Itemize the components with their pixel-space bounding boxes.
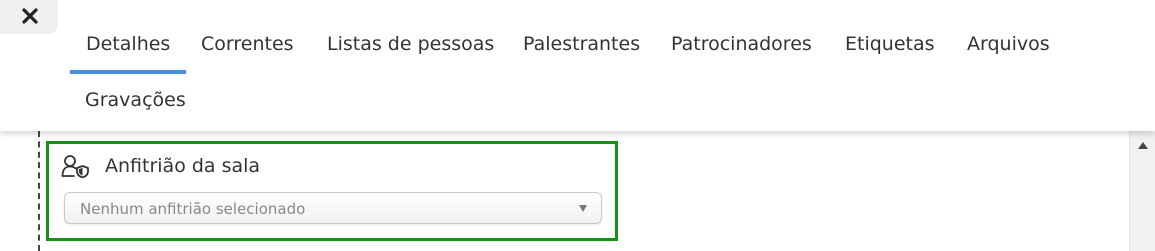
tab-label: Detalhes: [86, 33, 171, 55]
room-host-section: Anfitrião da sala Nenhum anfitrião selec…: [46, 141, 618, 241]
tab-palestrantes[interactable]: Palestrantes: [507, 0, 656, 56]
chevron-down-icon: [579, 205, 587, 212]
tab-label: Gravações: [85, 89, 186, 111]
tab-arquivos[interactable]: Arquivos: [951, 0, 1066, 56]
tab-correntes[interactable]: Correntes: [185, 0, 310, 56]
tab-label: Patrocinadores: [671, 33, 812, 55]
tab-label: Palestrantes: [523, 33, 641, 55]
tab-label: Correntes: [201, 33, 294, 55]
tab-label: Listas de pessoas: [327, 33, 495, 55]
room-host-select[interactable]: Nenhum anfitrião selecionado: [64, 192, 602, 224]
tab-listas-de-pessoas[interactable]: Listas de pessoas: [311, 0, 510, 56]
close-button[interactable]: [15, 2, 45, 30]
event-editor-panel: Detalhes Correntes Listas de pessoas Pal…: [0, 0, 1155, 251]
room-host-select-value: Nenhum anfitrião selecionado: [80, 200, 306, 218]
tab-etiquetas[interactable]: Etiquetas: [829, 0, 951, 56]
tab-gravacoes[interactable]: Gravações: [69, 56, 202, 112]
scroll-up-arrow-icon[interactable]: [1138, 142, 1148, 149]
vertical-scrollbar[interactable]: [1129, 131, 1155, 251]
tab-detalhes[interactable]: Detalhes: [70, 0, 187, 74]
details-content: Anfitrião da sala Nenhum anfitrião selec…: [0, 131, 1155, 251]
tab-label: Etiquetas: [845, 33, 935, 55]
scrollbar-track[interactable]: [1130, 157, 1155, 251]
tab-patrocinadores[interactable]: Patrocinadores: [655, 0, 828, 56]
tab-header: Detalhes Correntes Listas de pessoas Pal…: [0, 0, 1155, 131]
close-x-icon: [22, 8, 38, 24]
room-host-header: Anfitrião da sala: [61, 153, 260, 179]
room-host-label: Anfitrião da sala: [105, 155, 261, 177]
dashed-divider: [38, 131, 40, 251]
tab-label: Arquivos: [967, 33, 1050, 55]
user-shield-icon: [61, 153, 91, 179]
close-corner: [0, 0, 58, 34]
